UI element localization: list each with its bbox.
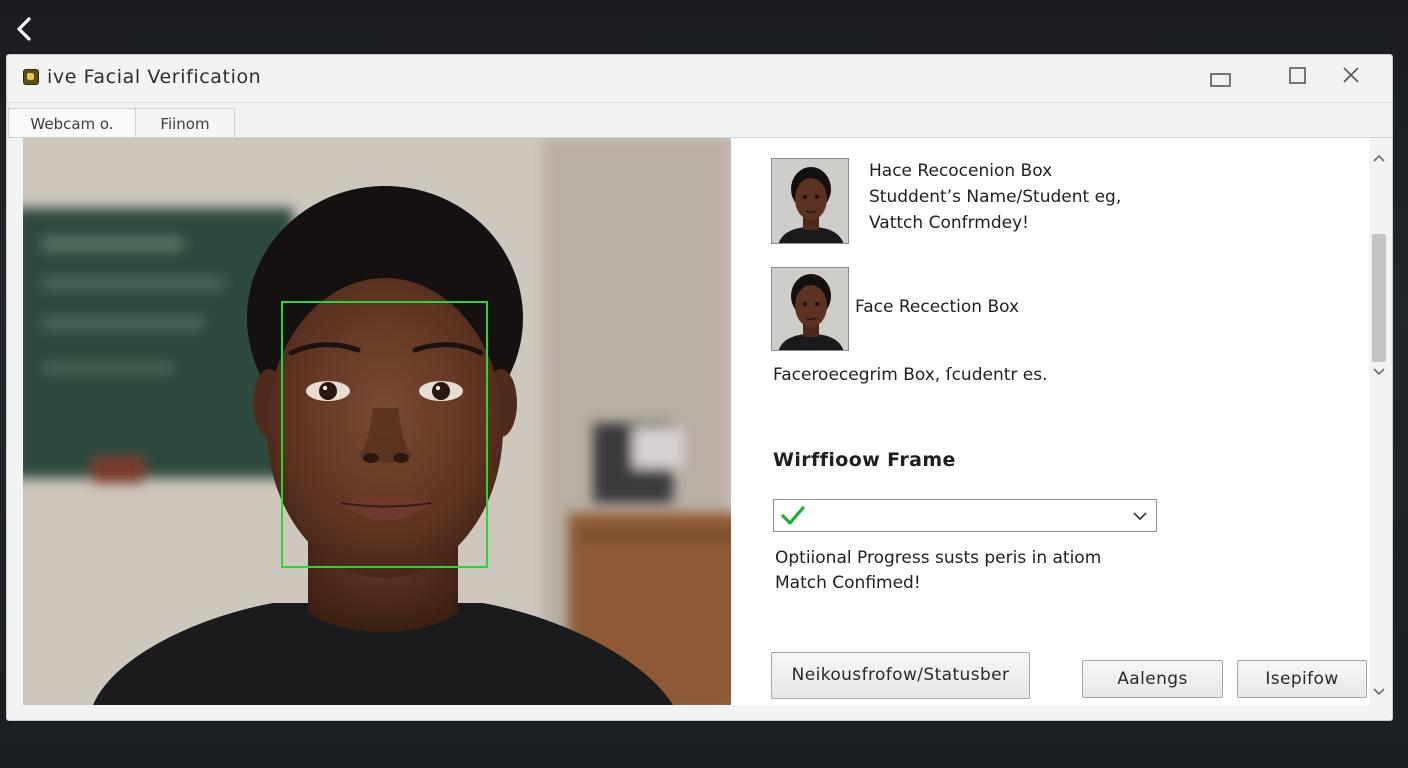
window-title: ive Facial Verification: [47, 66, 262, 88]
card1-student: Studdent’s Name/Student eg,: [869, 187, 1122, 207]
maximize-button[interactable]: [1283, 65, 1313, 91]
scroll-down-icon[interactable]: [1371, 366, 1387, 382]
proceed-button[interactable]: Isepifow: [1237, 660, 1367, 698]
app-icon: [23, 69, 39, 85]
workflow-select[interactable]: [773, 499, 1157, 532]
scroll-up-icon[interactable]: [1371, 152, 1387, 168]
card2-title: Face Recection Box: [855, 297, 1020, 317]
workflow-heading: Wirffioow Frame: [773, 449, 956, 471]
cancel-button[interactable]: Aalengs: [1082, 660, 1223, 698]
tab-film[interactable]: Fiinom: [135, 108, 235, 137]
title-bar: ive Facial Verification: [7, 55, 1392, 103]
student-photo-2: [771, 267, 849, 351]
tab-webcam[interactable]: Webcam o.: [8, 108, 136, 137]
webcam-feed: [23, 138, 731, 705]
student-photo-1: [771, 158, 849, 244]
tab-bar: Webcam o. Fiinom: [7, 108, 1392, 138]
scroll-thumb[interactable]: [1372, 234, 1386, 362]
maximize-icon: [1289, 67, 1306, 84]
check-icon: [781, 506, 805, 525]
card1-status: Vattch Confrmdey!: [869, 213, 1029, 233]
recognition-panel: Hace Recocenion Box Studdent’s Name/Stud…: [731, 138, 1369, 705]
back-button[interactable]: [12, 14, 38, 44]
chevron-down-icon: [1133, 512, 1147, 521]
verification-window: ive Facial Verification Webcam o. Fiinom: [6, 54, 1393, 721]
restore-icon: [1210, 73, 1231, 87]
close-icon: [1343, 67, 1359, 83]
recognition-summary: Faceroecegrim Box, ſcudentr es.: [773, 365, 1048, 385]
webcam-image: [23, 138, 731, 705]
chevron-left-icon: [17, 17, 31, 41]
card1-title: Hace Recocenion Box: [869, 161, 1053, 181]
match-status: Match Confimed!: [775, 573, 921, 593]
panel-scrollbar[interactable]: [1369, 138, 1389, 705]
scroll-bottom-icon[interactable]: [1371, 686, 1387, 702]
progress-text: Optiional Progress susts peris in atiom: [775, 548, 1102, 568]
network-status-button[interactable]: Neikousfrofow/Statusber: [771, 652, 1030, 699]
minimize-button[interactable]: [1206, 65, 1236, 91]
close-button[interactable]: [1337, 65, 1367, 91]
